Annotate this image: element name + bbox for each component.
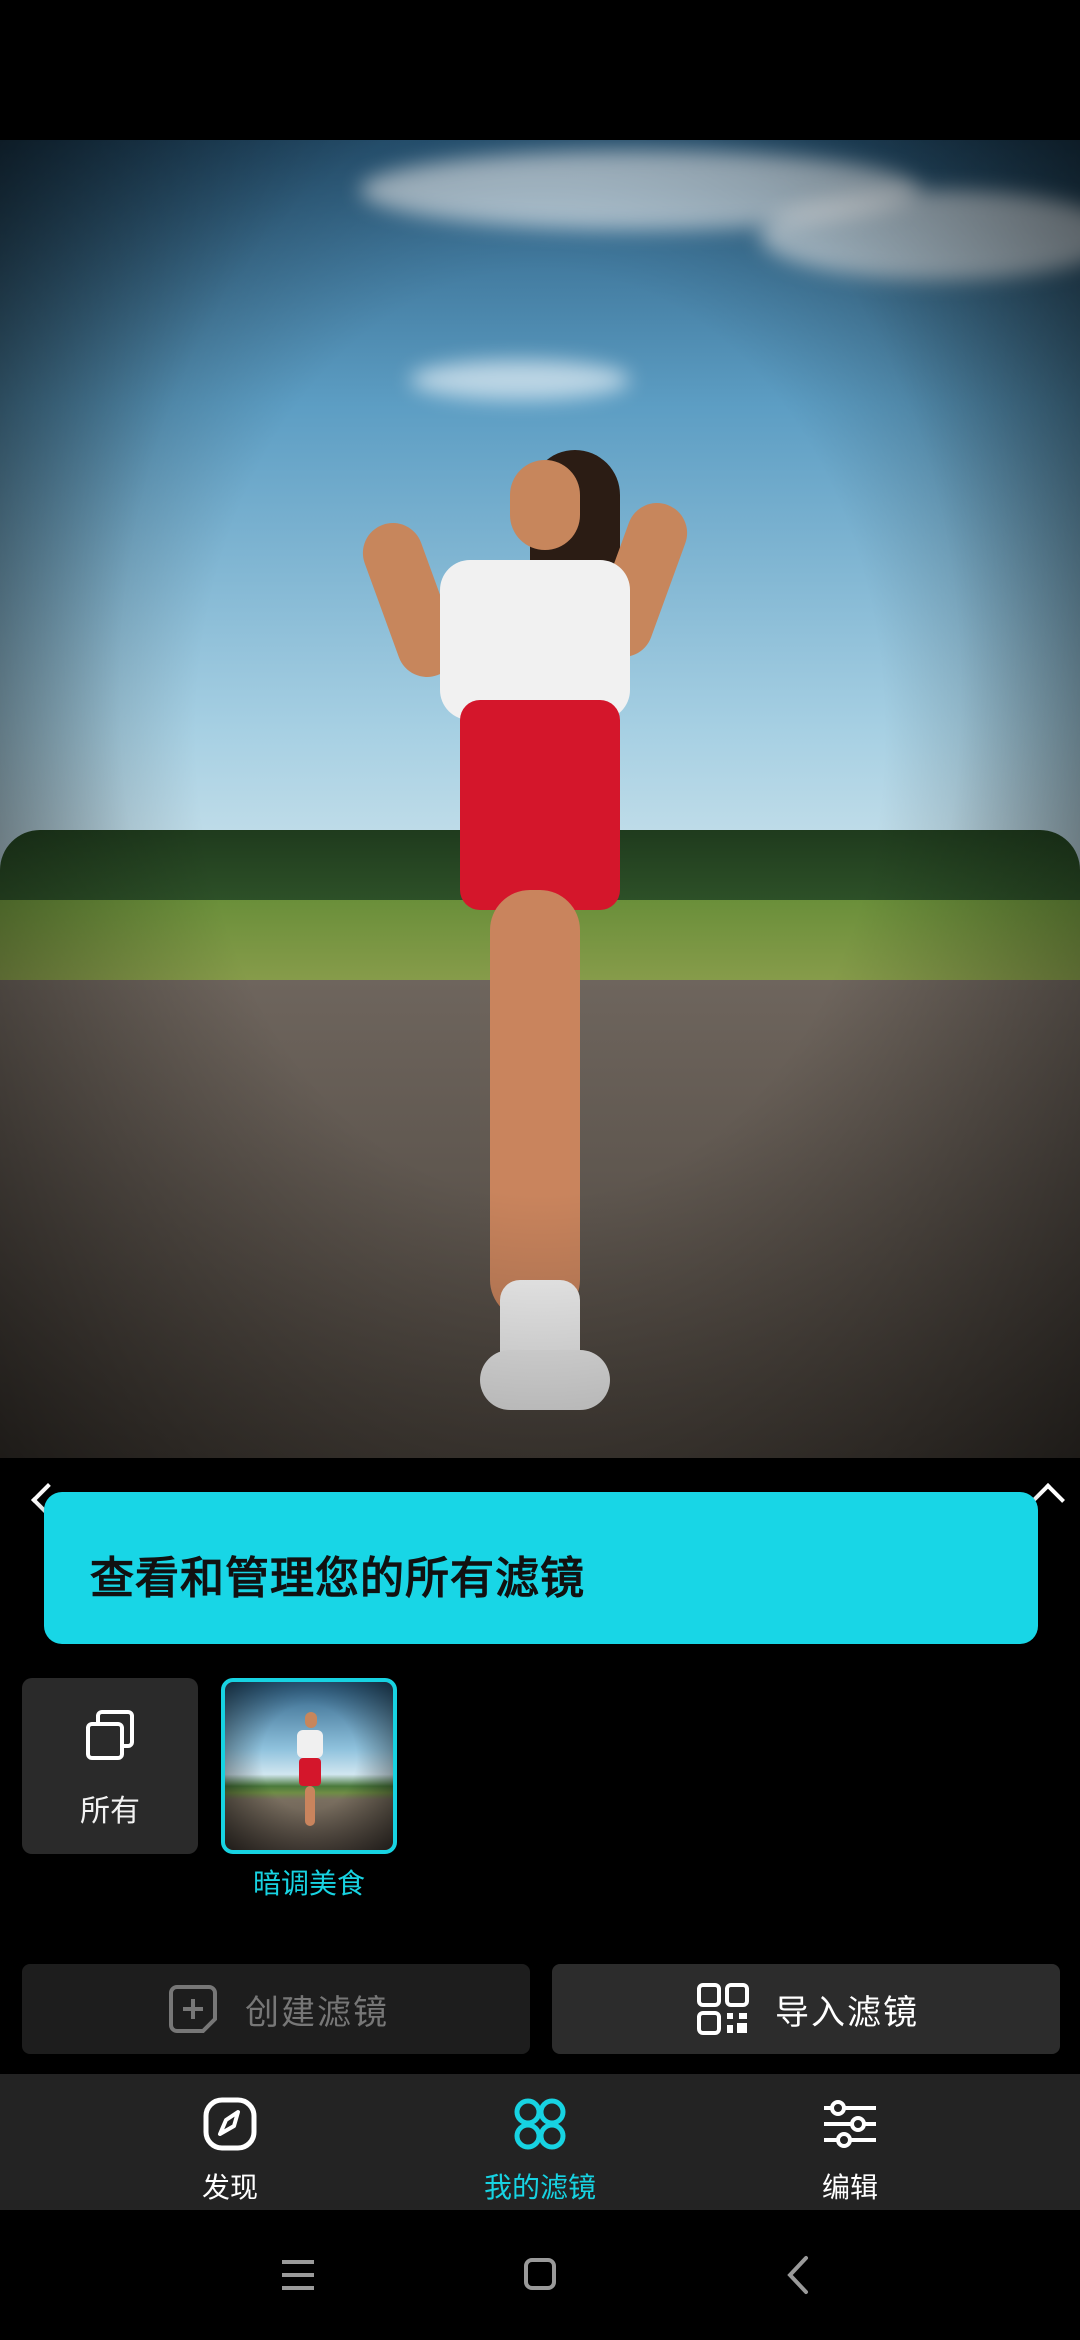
create-filter-button[interactable]: 创建滤镜 — [22, 1964, 530, 2054]
menu-icon[interactable] — [268, 2250, 328, 2300]
nav-my-filters[interactable]: 我的滤镜 — [440, 2092, 640, 2204]
bottom-navigation: 发现 我的滤镜 编辑 — [0, 2074, 1080, 2210]
nav-discover-label: 发现 — [201, 2171, 258, 2204]
copy-stack-icon — [86, 1710, 134, 1760]
system-navigation-bar — [0, 2210, 1080, 2340]
filter-thumbnail-label: 暗调美食 — [252, 1867, 365, 1900]
onboarding-tooltip[interactable]: 查看和管理您的所有滤镜 — [44, 1492, 1038, 1644]
filter-thumbnail[interactable] — [221, 1678, 397, 1854]
import-filter-button[interactable]: 导入滤镜 — [552, 1964, 1060, 2054]
nav-edit-label: 编辑 — [821, 2171, 878, 2204]
create-filter-label: 创建滤镜 — [245, 1992, 389, 2033]
photo-preview — [0, 140, 1080, 1458]
compass-icon — [203, 2097, 257, 2151]
qr-code-icon — [697, 1983, 749, 2035]
filter-all-button[interactable]: 所有 — [22, 1678, 198, 1854]
filter-all-label: 所有 — [80, 1794, 140, 1829]
status-bar — [0, 0, 1080, 140]
add-filter-icon — [169, 1985, 217, 2033]
back-icon[interactable] — [770, 2250, 830, 2300]
nav-edit[interactable]: 编辑 — [750, 2092, 950, 2204]
nav-my-filters-label: 我的滤镜 — [483, 2171, 596, 2204]
home-icon[interactable] — [510, 2250, 570, 2300]
nav-discover[interactable]: 发现 — [130, 2092, 330, 2204]
import-filter-label: 导入滤镜 — [775, 1992, 919, 2033]
tooltip-text: 查看和管理您的所有滤镜 — [90, 1553, 585, 1604]
grid-icon — [514, 2098, 566, 2150]
sliders-icon — [824, 2100, 876, 2148]
